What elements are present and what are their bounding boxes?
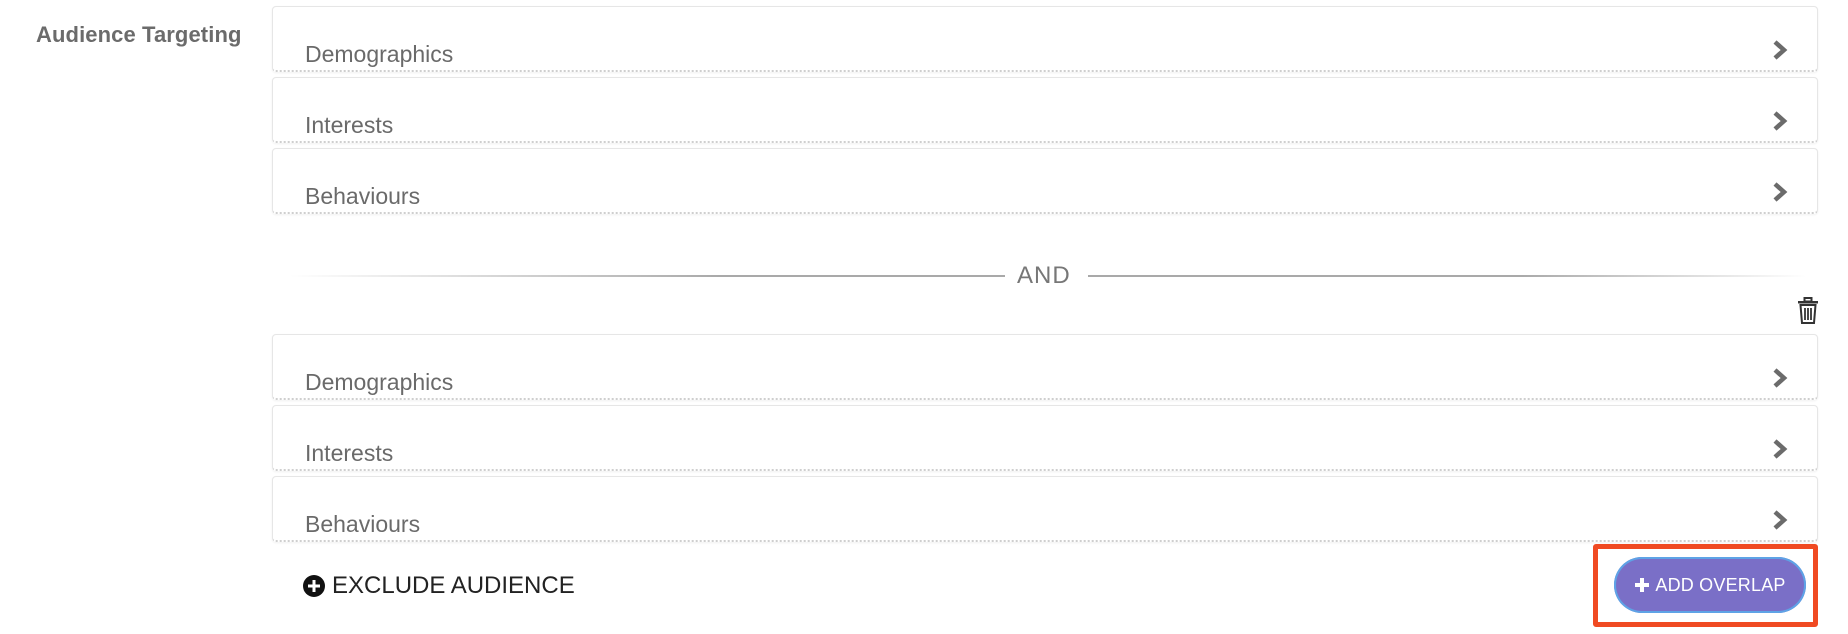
trash-icon[interactable]	[1796, 297, 1820, 325]
accordion-label: Demographics	[305, 369, 454, 395]
audience-group-1: Demographics Interests Behaviours	[272, 6, 1818, 219]
section-label: Audience Targeting	[36, 22, 242, 47]
accordion-demographics[interactable]: Demographics	[272, 6, 1818, 72]
chevron-right-icon	[1773, 510, 1788, 530]
chevron-right-icon	[1773, 182, 1788, 202]
divider-line-left	[290, 275, 1005, 277]
accordion-label: Interests	[305, 440, 394, 466]
plus-icon	[1635, 578, 1650, 592]
and-divider: AND	[290, 258, 1806, 294]
chevron-right-icon	[1773, 111, 1788, 131]
chevron-right-icon	[1773, 40, 1788, 60]
divider-line-right	[1088, 275, 1806, 277]
audience-group-2: Demographics Interests Behaviours	[272, 334, 1818, 547]
accordion-interests[interactable]: Interests	[272, 405, 1818, 471]
add-overlap-label: ADD OVERLAP	[1655, 574, 1786, 595]
exclude-audience-button[interactable]: EXCLUDE AUDIENCE	[302, 572, 575, 600]
accordion-label: Behaviours	[305, 183, 421, 209]
plus-circle-icon	[303, 575, 325, 597]
add-overlap-button[interactable]: ADD OVERLAP	[1614, 557, 1806, 613]
chevron-right-icon	[1773, 368, 1788, 388]
accordion-behaviours[interactable]: Behaviours	[272, 476, 1818, 542]
accordion-interests[interactable]: Interests	[272, 77, 1818, 143]
accordion-label: Behaviours	[305, 511, 421, 537]
accordion-demographics[interactable]: Demographics	[272, 334, 1818, 400]
accordion-behaviours[interactable]: Behaviours	[272, 148, 1818, 214]
exclude-audience-label: EXCLUDE AUDIENCE	[332, 572, 575, 599]
accordion-label: Demographics	[305, 41, 454, 67]
accordion-label: Interests	[305, 112, 394, 138]
chevron-right-icon	[1773, 439, 1788, 459]
and-label: AND	[1017, 262, 1071, 289]
